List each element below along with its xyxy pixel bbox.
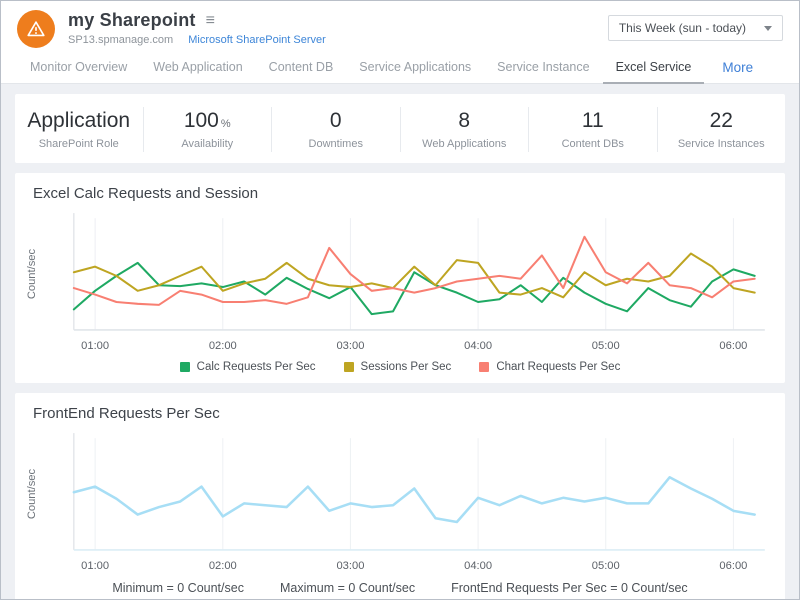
x-tick-label: 01:00 [81,340,109,352]
x-tick-label: 04:00 [464,340,492,352]
stat-unit: % [221,118,231,130]
stat-content-dbs: 11 Content DBs [528,107,657,152]
nav-bar: Monitor OverviewWeb ApplicationContent D… [1,52,799,84]
x-tick-label: 02:00 [209,340,237,352]
x-tick-label: 03:00 [336,340,364,352]
monitor-name: my Sharepoint [68,10,196,31]
tab-more[interactable]: More [704,54,766,83]
stat-sharepoint-role: Application SharePoint Role [15,107,143,152]
footer-stat: FrontEnd Requests Per Sec = 0 Count/sec [451,581,688,595]
content-area: Application SharePoint Role 100% Availabili… [1,84,799,599]
frontend-requests-per-sec-line [74,478,755,523]
chart-area: 01:00 02:00 03:00 04:00 05:00 06:00 Count/sec [15,204,785,360]
y-axis-label: Count/sec [26,469,38,520]
sharepoint-monitor-page: my Sharepoint ≡ SP13.spmanage.com Micros… [0,0,800,600]
x-tick-label: 06:00 [719,340,747,352]
legend-item-chart-requests-per-sec[interactable]: Chart Requests Per Sec [479,361,620,373]
period-selector[interactable]: This Week (sun - today) [608,15,783,41]
chart-area: 01:00 02:00 03:00 04:00 05:00 06:00 Count/sec [15,424,785,580]
tab-web-application[interactable]: Web Application [140,54,255,83]
monitor-host: SP13.spmanage.com [68,34,173,46]
stat-service-instances: 22 Service Instances [657,107,786,152]
excel-calc-chart: 01:00 02:00 03:00 04:00 05:00 06:00 Count/sec [21,208,773,360]
legend-item-calc-requests-per-sec[interactable]: Calc Requests Per Sec [180,361,316,373]
stat-web-applications: 8 Web Applications [400,107,529,152]
monitor-status-badge [17,10,55,48]
x-tick-label: 04:00 [464,561,492,573]
x-tick-label: 01:00 [81,561,109,573]
stat-label: Content DBs [533,138,653,150]
warning-triangle-icon [25,18,47,40]
hamburger-icon[interactable]: ≡ [206,13,215,29]
calc-requests-per-sec-line [74,263,755,314]
stat-downtimes: 0 Downtimes [271,107,400,152]
tab-excel-service[interactable]: Excel Service [603,54,705,84]
stat-label: Service Instances [662,138,782,150]
legend-item-sessions-per-sec[interactable]: Sessions Per Sec [344,361,452,373]
tab-service-applications[interactable]: Service Applications [346,54,484,83]
y-axis-label: Count/sec [26,249,38,300]
stat-label: Downtimes [276,138,396,150]
x-tick-label: 02:00 [209,561,237,573]
stat-value: 0 [330,109,342,132]
stat-label: Availability [148,138,268,150]
frontend-chart-card: FrontEnd Requests Per Sec 01:00 02:00 03:0… [15,393,785,599]
legend-label: Calc Requests Per Sec [197,361,316,373]
stat-availability: 100% Availability [143,107,272,152]
legend-label: Sessions Per Sec [361,361,452,373]
summary-stats: Application SharePoint Role 100% Availabili… [15,94,785,163]
x-tick-label: 05:00 [592,561,620,573]
x-tick-label: 03:00 [336,561,364,573]
legend-swatch-icon [479,362,489,372]
stat-value: 8 [458,109,470,132]
chart-footer-stats: Minimum = 0 Count/sec Maximum = 0 Count/s… [15,581,785,599]
legend-swatch-icon [344,362,354,372]
stat-label: Web Applications [405,138,525,150]
tab-monitor-overview[interactable]: Monitor Overview [17,54,140,83]
stat-value: 100 [184,109,219,132]
chart-requests-per-sec-line [74,237,755,305]
footer-stat: Maximum = 0 Count/sec [280,581,415,595]
excel-calc-chart-card: Excel Calc Requests and Session 01:00 02:… [15,173,785,383]
nav-tabs: Monitor OverviewWeb ApplicationContent D… [17,54,704,83]
x-tick-label: 06:00 [719,561,747,573]
x-tick-label: 05:00 [592,340,620,352]
stat-label: SharePoint Role [19,138,139,150]
stat-value: 11 [582,109,604,132]
chart-legend: Calc Requests Per Sec Sessions Per Sec Cha… [15,360,785,383]
legend-label: Chart Requests Per Sec [496,361,620,373]
monitor-title-block: my Sharepoint ≡ SP13.spmanage.com Micros… [68,10,608,46]
tab-service-instance[interactable]: Service Instance [484,54,602,83]
header: my Sharepoint ≡ SP13.spmanage.com Micros… [1,1,799,52]
chevron-down-icon [764,26,772,31]
frontend-requests-chart: 01:00 02:00 03:00 04:00 05:00 06:00 Count/sec [21,428,773,580]
footer-stat: Minimum = 0 Count/sec [112,581,244,595]
stat-value: 22 [710,109,733,132]
chart-title: FrontEnd Requests Per Sec [15,393,785,424]
chart-title: Excel Calc Requests and Session [15,173,785,204]
period-selector-value: This Week (sun - today) [619,21,746,35]
tab-content-db[interactable]: Content DB [256,54,347,83]
monitor-type-link[interactable]: Microsoft SharePoint Server [188,34,326,46]
legend-swatch-icon [180,362,190,372]
stat-value: Application [27,109,130,132]
